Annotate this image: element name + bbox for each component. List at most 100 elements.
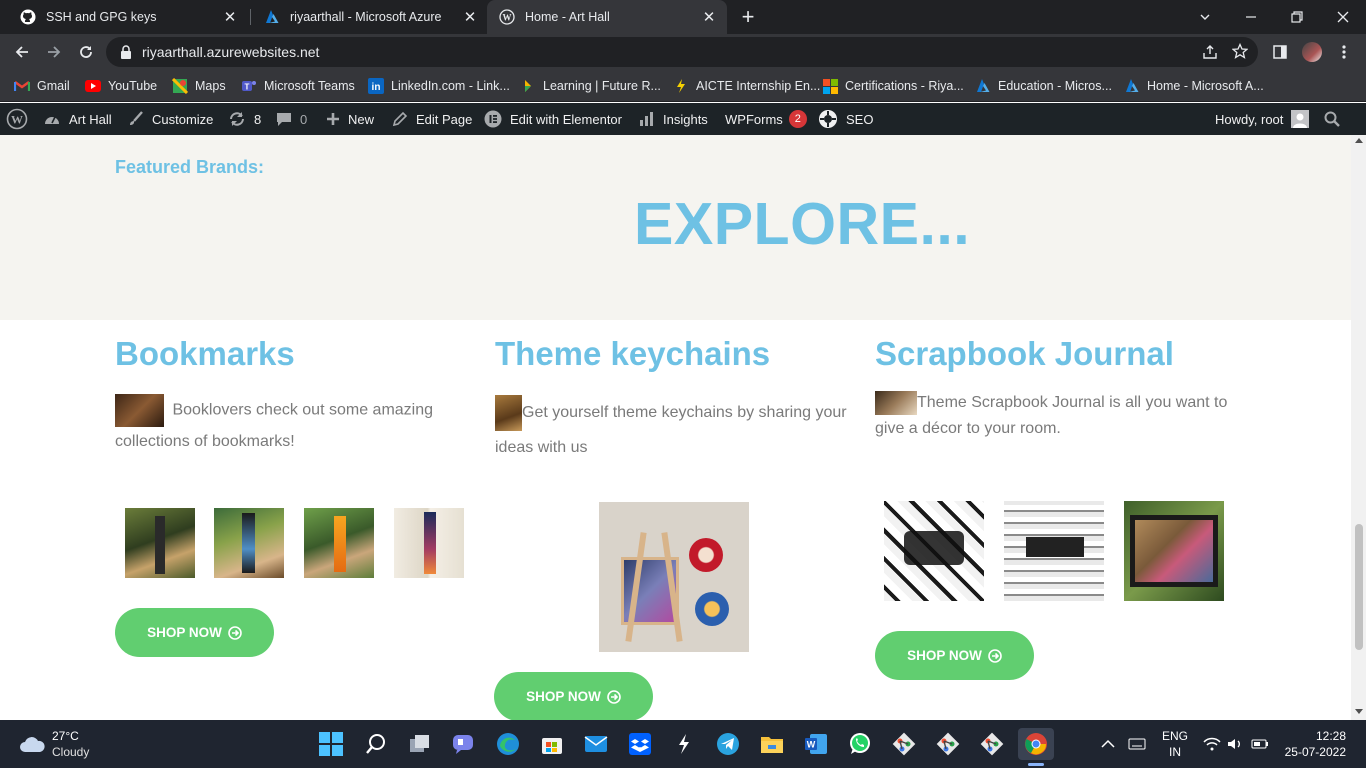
update-icon <box>230 112 244 126</box>
pencil-icon <box>392 111 408 127</box>
show-hidden-icons[interactable] <box>1101 720 1115 768</box>
scrapbook-photo-2[interactable] <box>1004 501 1104 601</box>
dropbox-icon <box>629 733 651 755</box>
profile-avatar[interactable] <box>1298 38 1326 66</box>
wp-seo[interactable]: SEO <box>818 103 873 135</box>
close-window-button[interactable] <box>1320 0 1366 34</box>
teams-chat[interactable] <box>447 728 479 760</box>
git-icon <box>980 732 1004 756</box>
seo-gear-icon <box>819 110 837 128</box>
whatsapp-icon <box>850 733 870 754</box>
maps-icon <box>172 78 188 94</box>
wp-search[interactable] <box>1324 103 1348 135</box>
wp-wpforms[interactable]: WPForms 2 <box>725 103 807 135</box>
chrome-app[interactable] <box>1018 728 1054 766</box>
wp-edit-with-elementor[interactable]: Edit with Elementor <box>484 103 622 135</box>
close-icon[interactable]: ✕ <box>222 9 238 26</box>
scrapbook-photo-1[interactable] <box>884 501 984 601</box>
bookmark-learning-future-ready[interactable]: Learning | Future R... <box>520 76 661 96</box>
github-icon <box>20 9 36 25</box>
start-button[interactable] <box>315 728 347 760</box>
microsoft-store[interactable] <box>536 728 568 760</box>
wp-customize[interactable]: Customize <box>128 103 213 135</box>
share-icon[interactable] <box>1202 44 1218 65</box>
input-language[interactable]: ENG IN <box>1162 720 1188 768</box>
bookmark-youtube[interactable]: YouTube <box>85 76 157 96</box>
bookmark-photo-3[interactable] <box>304 508 374 578</box>
bookmark-aicte[interactable]: AICTE Internship En... <box>673 76 820 96</box>
scroll-up-icon[interactable] <box>1355 138 1363 143</box>
wp-updates[interactable]: 8 <box>228 103 261 135</box>
forward-button[interactable] <box>40 38 68 66</box>
weather-widget[interactable]: 27°C Cloudy <box>18 720 89 768</box>
bookmark-home-azure[interactable]: Home - Microsoft A... <box>1124 76 1264 96</box>
side-panel-button[interactable] <box>1266 38 1294 66</box>
wp-comments[interactable]: 0 <box>276 103 307 135</box>
wp-my-account[interactable]: Howdy, root <box>1215 103 1310 135</box>
close-icon[interactable]: ✕ <box>701 9 717 26</box>
bookmark-certifications[interactable]: Certifications - Riya... <box>822 76 964 96</box>
word-app[interactable]: W <box>800 728 832 760</box>
bookmark-photo-4[interactable] <box>394 508 464 578</box>
task-view[interactable] <box>404 728 436 760</box>
bookmarks-shop-now-button[interactable]: SHOP NOW <box>115 608 274 657</box>
address-bar[interactable]: riyaarthall.azurewebsites.net <box>106 37 1258 67</box>
bookmark-microsoft-teams[interactable]: T Microsoft Teams <box>241 76 355 96</box>
scrapbook-photo-3[interactable] <box>1124 501 1224 601</box>
keychain-thumbnail <box>495 395 522 431</box>
back-button[interactable] <box>8 38 36 66</box>
tab-home-art-hall[interactable]: W Home - Art Hall ✕ <box>487 0 727 34</box>
reload-icon <box>80 46 92 58</box>
touch-keyboard[interactable] <box>1128 720 1146 768</box>
bookmark-education[interactable]: Education - Micros... <box>975 76 1112 96</box>
star-icon[interactable] <box>1231 42 1249 64</box>
wp-insights[interactable]: Insights <box>639 103 708 135</box>
git-app-2[interactable] <box>932 728 964 760</box>
clock[interactable]: 12:28 25-07-2022 <box>1284 720 1346 768</box>
wp-edit-page[interactable]: Edit Page <box>392 103 472 135</box>
avatar <box>1291 110 1310 128</box>
dropbox-app[interactable] <box>624 728 656 760</box>
git-app-3[interactable] <box>976 728 1008 760</box>
room-thumbnail <box>875 390 917 415</box>
chrome-menu-button[interactable] <box>1330 38 1358 66</box>
whatsapp-app[interactable] <box>844 728 876 760</box>
bookmark-maps[interactable]: Maps <box>172 76 226 96</box>
bookmark-photo-1[interactable] <box>125 508 195 578</box>
reload-button[interactable] <box>72 38 100 66</box>
restore-button[interactable] <box>1274 0 1320 34</box>
close-icon[interactable]: ✕ <box>462 9 478 26</box>
bookmark-photo-2[interactable] <box>214 508 284 578</box>
keychains-description: Get yourself theme keychains by sharing … <box>495 395 855 464</box>
mail-app[interactable] <box>580 728 612 760</box>
keychains-photo[interactable] <box>599 502 749 652</box>
git-app-1[interactable] <box>888 728 920 760</box>
bookmark-gmail[interactable]: Gmail <box>14 76 70 96</box>
keychains-shop-now-button[interactable]: SHOP NOW <box>494 672 653 720</box>
telegram-app[interactable] <box>712 728 744 760</box>
cloud-icon <box>20 737 45 752</box>
scroll-down-icon[interactable] <box>1355 709 1363 714</box>
quick-settings[interactable] <box>1203 720 1269 768</box>
tab-azure[interactable]: riyaarthall - Microsoft Azure ✕ <box>252 0 488 34</box>
tab-search-button[interactable] <box>1182 0 1228 34</box>
capcut-app[interactable] <box>668 728 700 760</box>
scrapbook-shop-now-button[interactable]: SHOP NOW <box>875 631 1034 680</box>
bookmarks-description: Booklovers check out some amazing collec… <box>115 394 475 457</box>
taskbar-search[interactable] <box>360 728 392 760</box>
wp-logo-menu[interactable]: W <box>6 103 36 135</box>
wp-site-name[interactable]: Art Hall <box>43 103 112 135</box>
scrollbar-thumb[interactable] <box>1355 524 1363 650</box>
new-tab-button[interactable]: + <box>736 4 760 29</box>
side-panel-icon <box>1273 45 1287 59</box>
bookmark-linkedin[interactable]: in LinkedIn.com - Link... <box>368 76 510 96</box>
wp-new-content[interactable]: New <box>326 103 374 135</box>
tab-ssh-gpg-keys[interactable]: SSH and GPG keys ✕ <box>8 0 248 34</box>
keyboard-icon <box>1128 738 1146 750</box>
file-explorer[interactable] <box>756 728 788 760</box>
page-scrollbar[interactable] <box>1351 135 1366 720</box>
search-icon <box>1324 111 1340 127</box>
minimize-button[interactable] <box>1228 0 1274 34</box>
bar-chart-icon <box>640 112 653 126</box>
edge-browser[interactable] <box>492 728 524 760</box>
